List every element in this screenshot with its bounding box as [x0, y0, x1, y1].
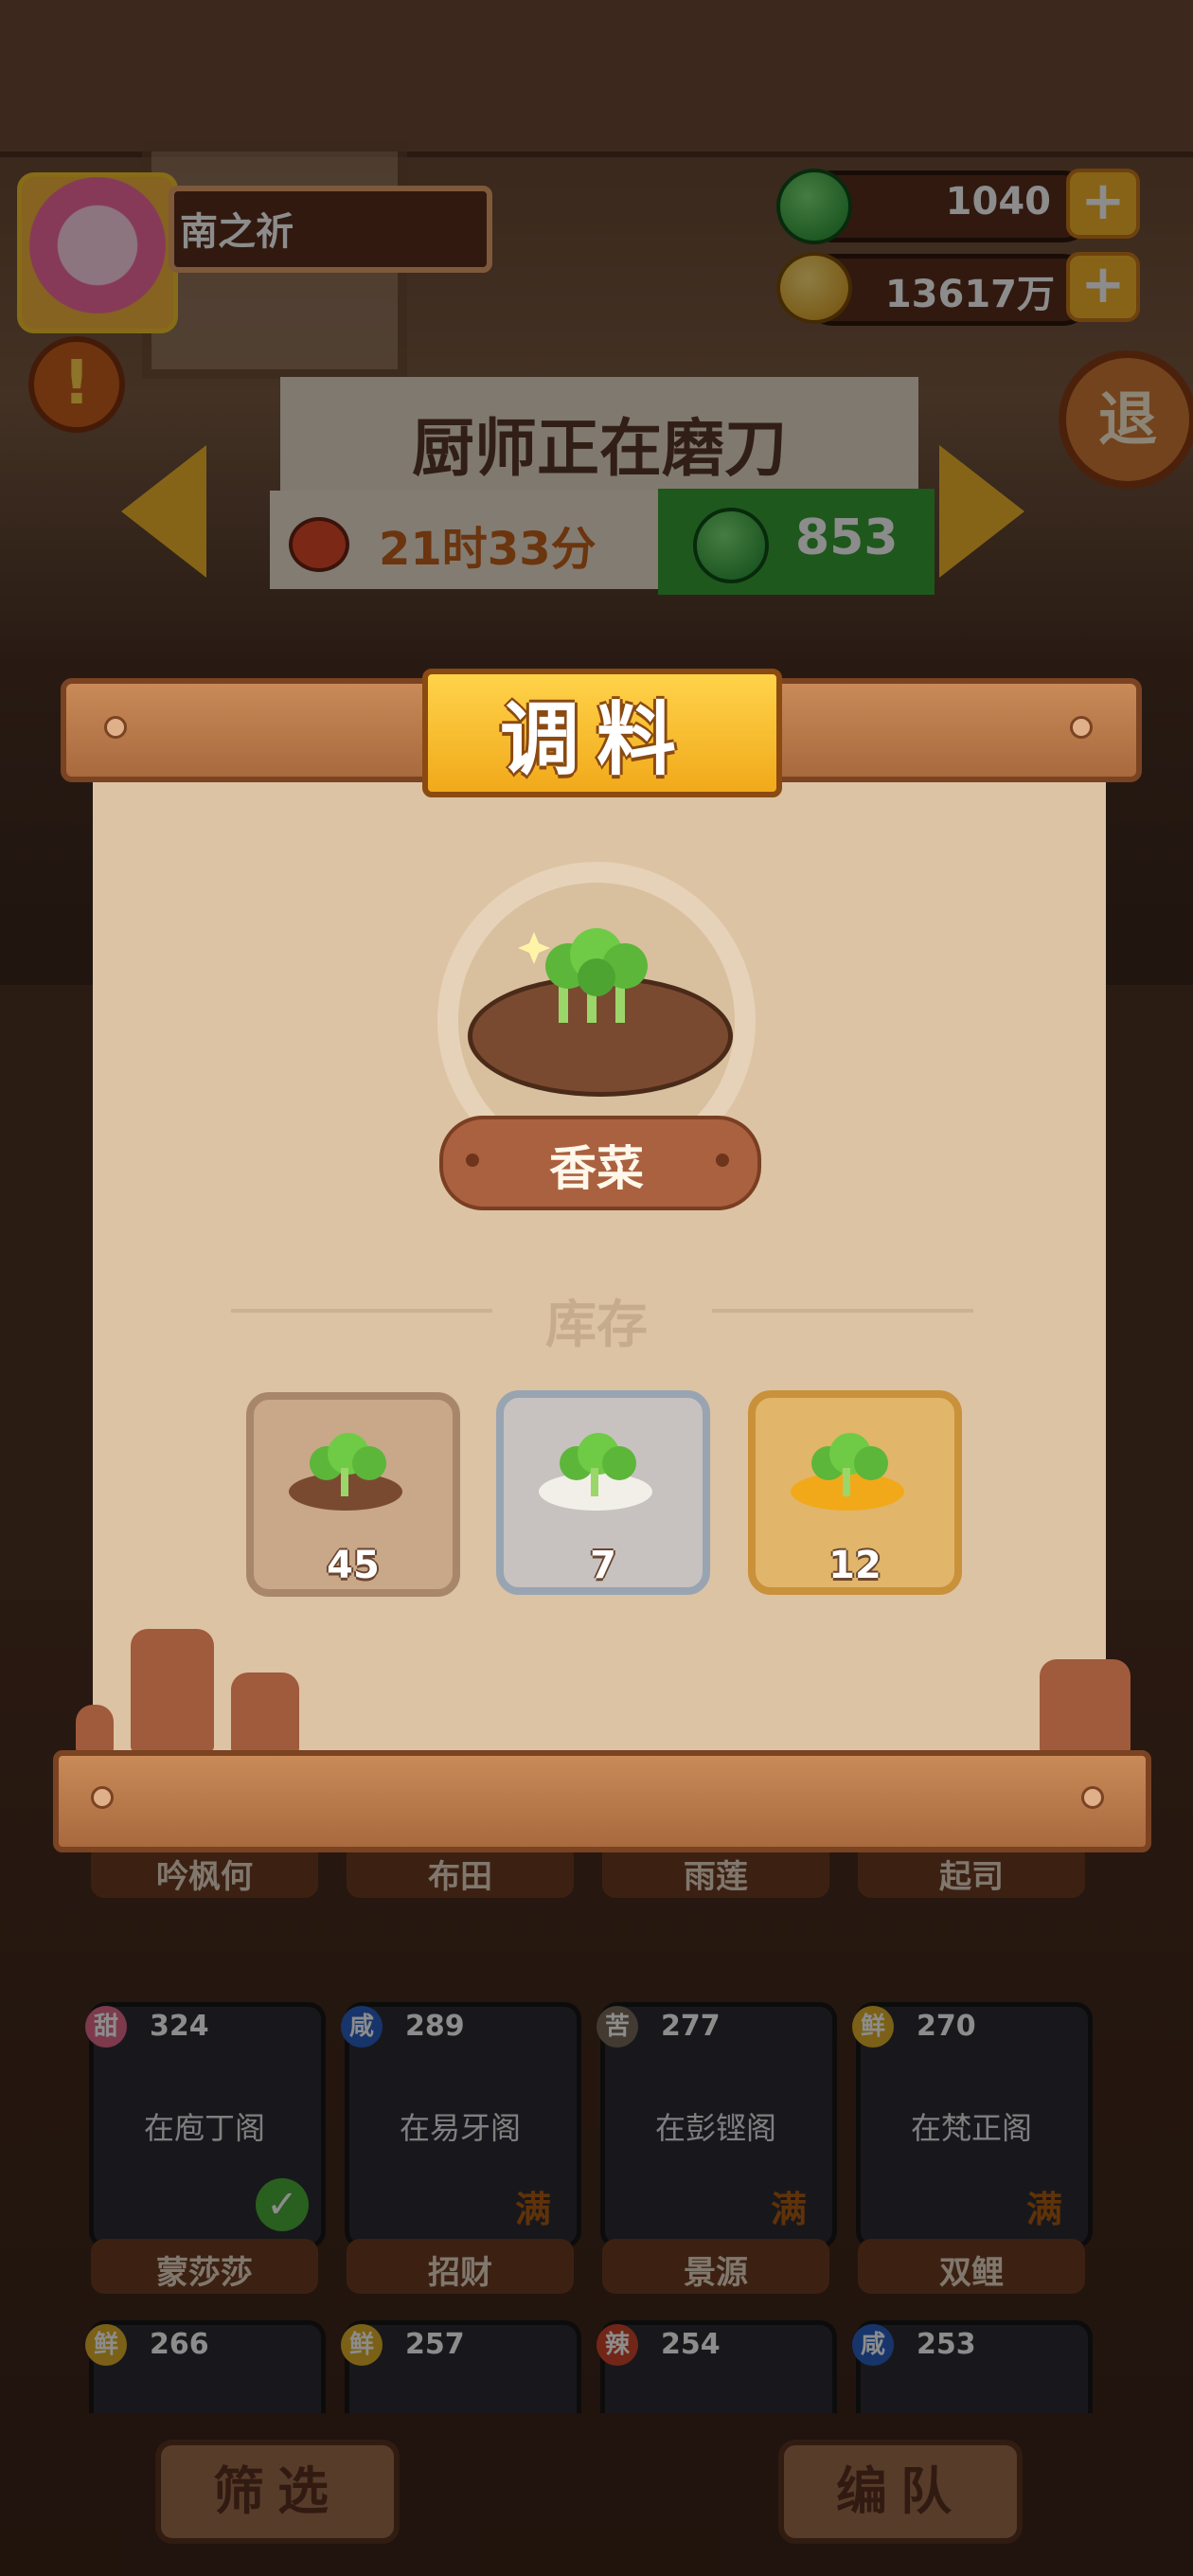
stock-label: 库存	[545, 1295, 648, 1354]
dialog-bottom-bar	[53, 1750, 1151, 1852]
jar-decoration	[231, 1673, 299, 1754]
cilantro-icon	[518, 928, 648, 1023]
divider-line	[231, 1309, 492, 1313]
item-name: 香菜	[549, 1141, 644, 1196]
cilantro-icon	[539, 1433, 652, 1511]
jar-decoration	[76, 1705, 114, 1754]
stock-count: 7	[590, 1544, 616, 1587]
cilantro-icon	[289, 1433, 402, 1511]
divider-line	[712, 1309, 973, 1313]
dialog-title: 调料	[499, 693, 693, 786]
stock-count: 45	[327, 1544, 380, 1587]
nail-icon	[1070, 716, 1093, 739]
jar-decoration	[1040, 1659, 1131, 1754]
nail-icon	[104, 716, 127, 739]
jar-decoration	[131, 1629, 214, 1752]
cilantro-icon	[791, 1433, 904, 1511]
nail-icon	[1081, 1786, 1104, 1809]
nail-icon	[91, 1786, 114, 1809]
stock-count: 12	[828, 1544, 881, 1587]
